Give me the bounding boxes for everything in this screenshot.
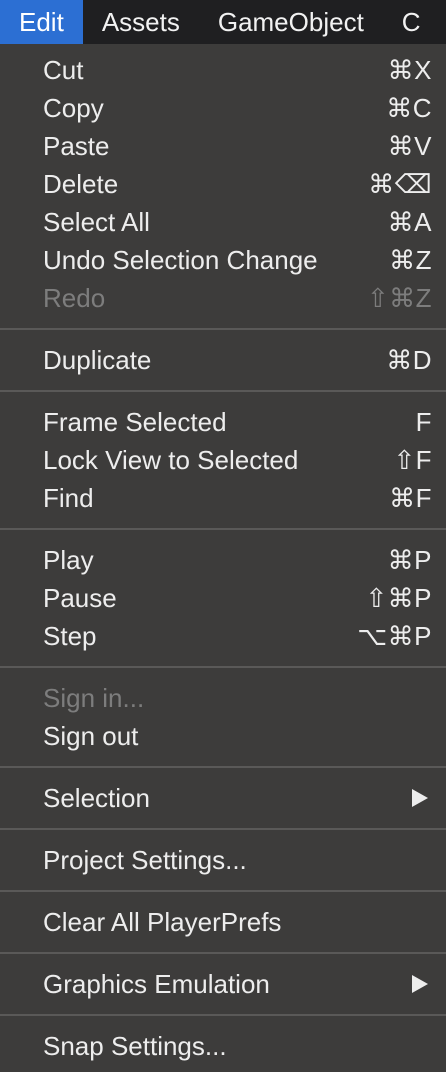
menu-item-label: Sign in... bbox=[43, 682, 145, 713]
menu-item-lock-view-to-selected[interactable]: Lock View to Selected ⇧F bbox=[0, 441, 446, 479]
menu-separator bbox=[0, 1003, 446, 1027]
menu-item-clear-all-playerprefs[interactable]: Clear All PlayerPrefs bbox=[0, 903, 446, 941]
submenu-arrow-icon bbox=[412, 975, 428, 993]
menubar-item-assets[interactable]: Assets bbox=[83, 0, 199, 44]
menu-item-play[interactable]: Play ⌘P bbox=[0, 541, 446, 579]
menu-item-label: Find bbox=[43, 482, 94, 513]
menu-item-label: Lock View to Selected bbox=[43, 444, 299, 475]
menu-item-copy[interactable]: Copy ⌘C bbox=[0, 89, 446, 127]
menu-item-find[interactable]: Find ⌘F bbox=[0, 479, 446, 517]
menu-bar: Edit Assets GameObject C bbox=[0, 0, 446, 44]
menu-separator bbox=[0, 517, 446, 541]
menu-item-label: Frame Selected bbox=[43, 406, 227, 437]
menu-item-label: Paste bbox=[43, 130, 110, 161]
menubar-item-c[interactable]: C bbox=[383, 0, 440, 44]
menu-item-label: Snap Settings... bbox=[43, 1030, 227, 1061]
menu-separator bbox=[0, 655, 446, 679]
edit-menu-dropdown: Cut ⌘X Copy ⌘C Paste ⌘V Delete ⌘⌫ Select All ⌘A Un… bbox=[0, 44, 446, 1072]
menu-item-label: Clear All PlayerPrefs bbox=[43, 906, 282, 937]
menu-item-selection[interactable]: Selection bbox=[0, 779, 446, 817]
menu-item-label: Undo Selection Change bbox=[43, 244, 318, 275]
menu-item-label: Graphics Emulation bbox=[43, 968, 270, 999]
submenu-arrow-icon bbox=[412, 789, 428, 807]
menu-item-step[interactable]: Step ⌥⌘P bbox=[0, 617, 446, 655]
keyboard-shortcut: F bbox=[415, 406, 432, 437]
menu-item-duplicate[interactable]: Duplicate ⌘D bbox=[0, 341, 446, 379]
menu-item-label: Copy bbox=[43, 92, 104, 123]
menubar-item-edit[interactable]: Edit bbox=[0, 0, 83, 44]
menu-item-sign-out[interactable]: Sign out bbox=[0, 717, 446, 755]
menu-item-label: Project Settings... bbox=[43, 844, 247, 875]
menu-separator bbox=[0, 317, 446, 341]
keyboard-shortcut: ⇧F bbox=[393, 444, 432, 475]
menu-item-undo-selection-change[interactable]: Undo Selection Change ⌘Z bbox=[0, 241, 446, 279]
keyboard-shortcut: ⌘⌫ bbox=[368, 168, 432, 199]
keyboard-shortcut: ⌘C bbox=[386, 92, 432, 123]
menu-item-delete[interactable]: Delete ⌘⌫ bbox=[0, 165, 446, 203]
menu-item-redo: Redo ⇧⌘Z bbox=[0, 279, 446, 317]
menu-item-label: Select All bbox=[43, 206, 150, 237]
menu-separator bbox=[0, 379, 446, 403]
keyboard-shortcut: ⌘D bbox=[386, 344, 432, 375]
menu-separator bbox=[0, 755, 446, 779]
keyboard-shortcut: ⌘X bbox=[387, 54, 432, 85]
keyboard-shortcut: ⌥⌘P bbox=[357, 620, 432, 651]
menu-item-cut[interactable]: Cut ⌘X bbox=[0, 51, 446, 89]
keyboard-shortcut: ⇧⌘Z bbox=[366, 282, 432, 313]
menu-item-label: Play bbox=[43, 544, 94, 575]
menu-item-label: Sign out bbox=[43, 720, 139, 751]
keyboard-shortcut: ⌘A bbox=[387, 206, 432, 237]
menu-item-label: Delete bbox=[43, 168, 119, 199]
menu-item-label: Duplicate bbox=[43, 344, 152, 375]
menu-item-label: Selection bbox=[43, 782, 150, 813]
menu-item-select-all[interactable]: Select All ⌘A bbox=[0, 203, 446, 241]
menu-separator bbox=[0, 817, 446, 841]
menu-item-project-settings[interactable]: Project Settings... bbox=[0, 841, 446, 879]
menu-item-graphics-emulation[interactable]: Graphics Emulation bbox=[0, 965, 446, 1003]
menubar-item-gameobject[interactable]: GameObject bbox=[199, 0, 383, 44]
menu-separator bbox=[0, 941, 446, 965]
menu-item-label: Redo bbox=[43, 282, 106, 313]
menu-item-label: Cut bbox=[43, 54, 84, 85]
keyboard-shortcut: ⇧⌘P bbox=[365, 582, 432, 613]
keyboard-shortcut: ⌘Z bbox=[389, 244, 432, 275]
keyboard-shortcut: ⌘P bbox=[387, 544, 432, 575]
keyboard-shortcut: ⌘V bbox=[387, 130, 432, 161]
menu-item-label: Pause bbox=[43, 582, 117, 613]
menu-item-sign-in: Sign in... bbox=[0, 679, 446, 717]
menu-item-pause[interactable]: Pause ⇧⌘P bbox=[0, 579, 446, 617]
menu-item-label: Step bbox=[43, 620, 97, 651]
menu-item-snap-settings[interactable]: Snap Settings... bbox=[0, 1027, 446, 1065]
keyboard-shortcut: ⌘F bbox=[389, 482, 432, 513]
menu-item-frame-selected[interactable]: Frame Selected F bbox=[0, 403, 446, 441]
menu-item-paste[interactable]: Paste ⌘V bbox=[0, 127, 446, 165]
menu-separator bbox=[0, 879, 446, 903]
